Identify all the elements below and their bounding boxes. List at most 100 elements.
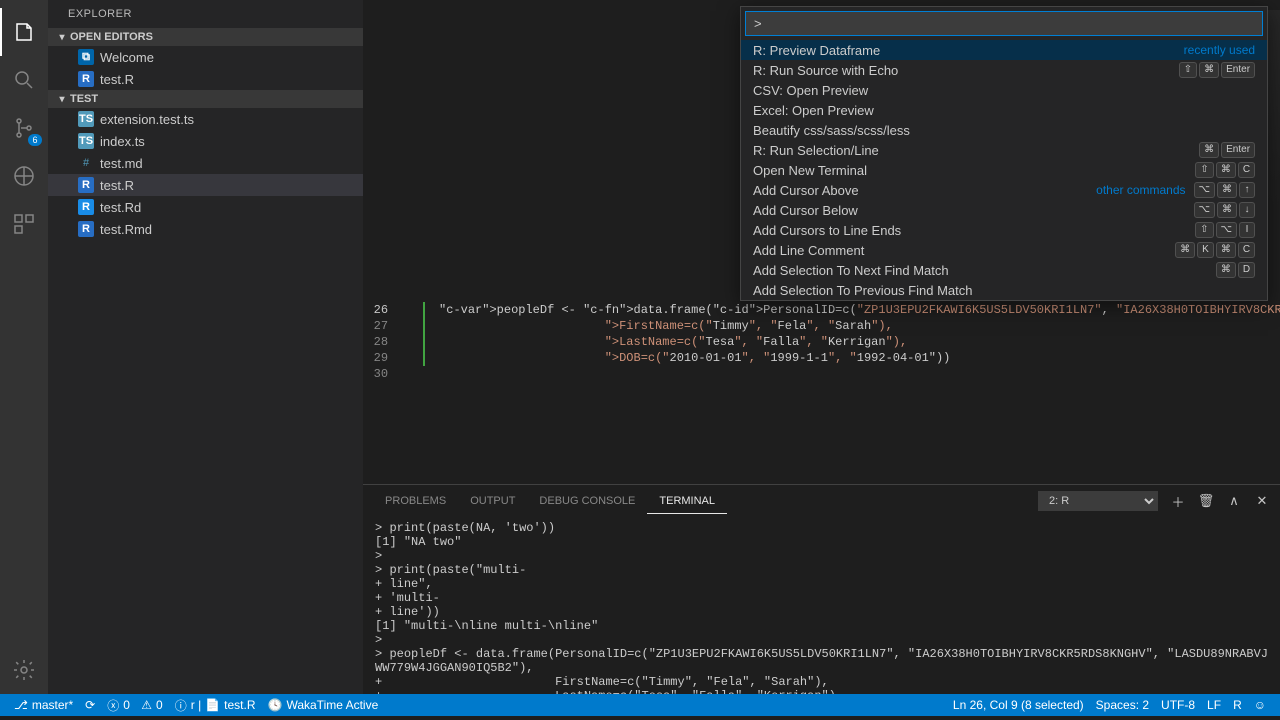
open-editors-header[interactable]: ▾ OPEN EDITORS [48,28,363,46]
code-content[interactable]: "c-var">peopleDf <- "c-fn">data.frame("c… [423,302,1280,366]
editor-group: ⋯ 2627282930 "c-var">peopleDf <- "c-fn">… [363,0,1280,694]
explorer-sidebar: EXPLORER ▾ OPEN EDITORS ⧉WelcomeRtest.R … [48,0,363,694]
explorer-title: EXPLORER [48,0,363,28]
panel-tab-problems[interactable]: PROBLEMS [373,489,458,514]
command-label: CSV: Open Preview [753,83,868,98]
command-palette-item[interactable]: Add Cursor Below ⌥⌘↓ [741,200,1267,220]
status-bar: ⎇master* ⟳ ⓧ0 ⚠0 ⓘr | 📄test.R 🕓WakaTime … [0,694,1280,716]
command-label: Open New Terminal [753,163,867,178]
file-item[interactable]: TSextension.test.ts [48,108,363,130]
workspace-header[interactable]: ▾ TEST [48,90,363,108]
keybinding: ⇧⌘Enter [1179,62,1255,78]
file-label: test.Rd [100,200,141,215]
keybinding: ⌘Enter [1199,142,1255,158]
chevron-down-icon: ▾ [56,94,68,105]
sync-button[interactable]: ⟳ [79,698,101,712]
bottom-panel: PROBLEMSOUTPUTDEBUG CONSOLETERMINAL 2: R… [363,484,1280,694]
file-item[interactable]: Rtest.R [48,174,363,196]
command-palette: R: Preview Dataframe recently used R: Run … [740,6,1268,301]
command-palette-item[interactable]: R: Preview Dataframe recently used [741,40,1267,60]
keybinding: ⇧⌥I [1195,222,1255,238]
encoding[interactable]: UTF-8 [1155,698,1201,712]
command-palette-item[interactable]: CSV: Open Preview [741,80,1267,100]
rd-file-icon: R [78,199,94,215]
search-icon[interactable] [0,56,48,104]
file-label: test.Rmd [100,222,152,237]
debug-icon[interactable] [0,152,48,200]
r-file-icon: R [78,71,94,87]
panel-tab-terminal[interactable]: TERMINAL [647,489,727,514]
ts-file-icon: TS [78,133,94,149]
command-label: Add Cursors to Line Ends [753,223,901,238]
file-label: test.R [100,72,134,87]
command-palette-item[interactable]: Open New Terminal ⇧⌘C [741,160,1267,180]
file-item[interactable]: TS index.ts [48,130,363,152]
eol[interactable]: LF [1201,698,1227,712]
file-label: extension.test.ts [100,112,194,127]
open-editor-item[interactable]: Rtest.R [48,68,363,90]
command-palette-item[interactable]: Add Cursors to Line Ends ⇧⌥I [741,220,1267,240]
command-label: R: Run Selection/Line [753,143,879,158]
file-item[interactable]: # test.md [48,152,363,174]
open-editor-item[interactable]: ⧉ Welcome [48,46,363,68]
command-palette-item[interactable]: R: Run Selection/Line ⌘Enter [741,140,1267,160]
command-label: Beautify css/sass/scss/less [753,123,910,138]
command-palette-item[interactable]: R: Run Source with Echo ⇧⌘Enter [741,60,1267,80]
panel-tab-debug-console[interactable]: DEBUG CONSOLE [527,489,647,514]
activity-bar: 6 [0,0,48,694]
command-label: Add Cursor Below [753,203,858,218]
extensions-icon[interactable] [0,200,48,248]
scm-badge: 6 [28,134,42,146]
r-file-icon: R [78,177,94,193]
file-item[interactable]: Rtest.Rmd [48,218,363,240]
file-item[interactable]: Rtest.Rd [48,196,363,218]
r-status[interactable]: ⓘr | 📄test.R [169,697,262,714]
chevron-down-icon: ▾ [56,32,68,43]
panel-tab-output[interactable]: OUTPUT [458,489,527,514]
command-palette-item[interactable]: Add Cursor Above other commands ⌥⌘↑ [741,180,1267,200]
wakatime-status[interactable]: 🕓WakaTime Active [262,698,385,712]
problems-indicator[interactable]: ⓧ0 ⚠0 [101,697,169,714]
keybinding: ⇧⌘C [1195,162,1255,178]
command-label: Excel: Open Preview [753,103,874,118]
keybinding: ⌥⌘↑ [1194,182,1256,198]
language-mode[interactable]: R [1227,698,1248,712]
kill-terminal-icon[interactable]: 🗑 [1198,493,1214,509]
file-label: test.md [100,156,143,171]
gutter: 2627282930 [363,0,406,382]
cursor-position[interactable]: Ln 26, Col 9 (8 selected) [947,698,1090,712]
r-file-icon: R [78,221,94,237]
command-label: Add Selection To Next Find Match [753,263,949,278]
file-label: test.R [100,178,134,193]
explorer-icon[interactable] [0,8,48,56]
command-palette-item[interactable]: Add Selection To Next Find Match ⌘D [741,260,1267,280]
indentation[interactable]: Spaces: 2 [1090,698,1155,712]
command-palette-item[interactable]: Add Selection To Previous Find Match [741,280,1267,300]
command-palette-item[interactable]: Add Line Comment⌘K⌘C [741,240,1267,260]
command-label: R: Preview Dataframe [753,43,880,58]
file-label: Welcome [100,50,154,65]
terminal-output[interactable]: > print(paste(NA, 'two')) [1] "NA two" >… [363,517,1280,694]
keybinding: ⌘D [1216,262,1255,278]
source-control-icon[interactable]: 6 [0,104,48,152]
file-label: index.ts [100,134,145,149]
branch-indicator[interactable]: ⎇master* [8,698,79,712]
command-label: R: Run Source with Echo [753,63,898,78]
new-terminal-icon[interactable]: ＋ [1170,493,1186,509]
command-hint: other commands [1096,183,1185,197]
terminal-selector[interactable]: 2: R [1038,491,1158,511]
command-palette-item[interactable]: Excel: Open Preview [741,100,1267,120]
command-palette-item[interactable]: Beautify css/sass/scss/less [741,120,1267,140]
vscode-icon: ⧉ [78,49,94,65]
command-label: Add Line Comment [753,243,864,258]
maximize-panel-icon[interactable]: ∧ [1226,493,1242,509]
md-file-icon: # [78,155,94,171]
close-panel-icon[interactable]: ✕ [1254,493,1270,509]
command-hint: recently used [1184,43,1255,57]
keybinding: ⌥⌘↓ [1194,202,1256,218]
settings-gear-icon[interactable] [0,646,48,694]
command-label: Add Cursor Above [753,183,859,198]
feedback-icon[interactable]: ☺ [1248,698,1272,712]
command-palette-input[interactable] [745,11,1263,36]
command-label: Add Selection To Previous Find Match [753,283,972,298]
